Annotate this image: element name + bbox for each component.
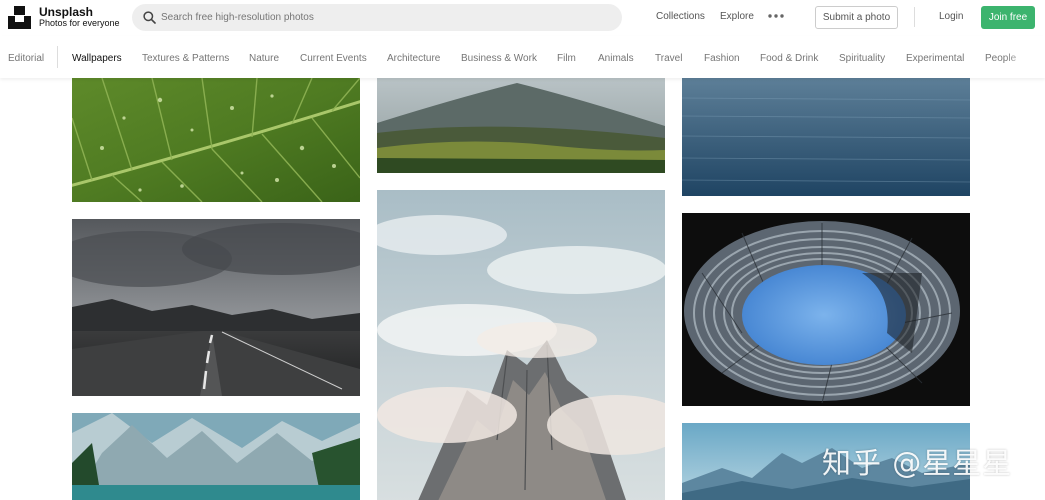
explore-link[interactable]: Explore xyxy=(720,11,754,22)
photo-cloudy-peak[interactable] xyxy=(377,190,665,500)
category-film[interactable]: Film xyxy=(557,53,576,64)
category-nav: Editorial Wallpapers Textures & Patterns… xyxy=(0,36,1045,78)
brand-tagline: Photos for everyone xyxy=(39,18,120,28)
category-textures-patterns[interactable]: Textures & Patterns xyxy=(142,53,229,64)
search-input[interactable] xyxy=(161,4,611,31)
photo-architecture-loop[interactable] xyxy=(682,213,970,406)
photo-blue-sea[interactable] xyxy=(682,78,970,196)
brand-name[interactable]: Unsplash xyxy=(39,5,93,19)
join-free-button[interactable]: Join free xyxy=(981,6,1035,29)
top-navigation-bar: Unsplash Photos for everyone Collections… xyxy=(0,0,1045,36)
unsplash-logo-icon[interactable] xyxy=(8,6,31,29)
category-food-drink[interactable]: Food & Drink xyxy=(760,53,818,64)
login-link[interactable]: Login xyxy=(939,11,963,22)
category-business-work[interactable]: Business & Work xyxy=(461,53,537,64)
category-nature[interactable]: Nature xyxy=(249,53,279,64)
watermark-text: 知乎 @星星星 xyxy=(822,446,1013,480)
search-icon[interactable] xyxy=(143,11,156,24)
category-divider xyxy=(57,46,58,68)
photo-alpine-lake[interactable] xyxy=(72,413,360,500)
category-travel[interactable]: Travel xyxy=(655,53,682,64)
photo-green-leaf[interactable] xyxy=(72,78,360,202)
submit-photo-button[interactable]: Submit a photo xyxy=(815,6,898,29)
collections-link[interactable]: Collections xyxy=(656,11,705,22)
header-divider xyxy=(914,7,915,27)
ellipsis-icon[interactable] xyxy=(768,11,784,21)
category-scroll-fade xyxy=(1005,36,1045,78)
photo-stormy-road[interactable] xyxy=(72,219,360,396)
photo-volcano-valley[interactable] xyxy=(377,78,665,173)
category-experimental[interactable]: Experimental xyxy=(906,53,964,64)
category-editorial[interactable]: Editorial xyxy=(8,53,44,64)
category-current-events[interactable]: Current Events xyxy=(300,53,367,64)
category-spirituality[interactable]: Spirituality xyxy=(839,53,885,64)
category-fashion[interactable]: Fashion xyxy=(704,53,740,64)
search-bar[interactable] xyxy=(132,4,622,31)
category-animals[interactable]: Animals xyxy=(598,53,634,64)
category-wallpapers[interactable]: Wallpapers xyxy=(72,53,122,64)
category-architecture[interactable]: Architecture xyxy=(387,53,440,64)
